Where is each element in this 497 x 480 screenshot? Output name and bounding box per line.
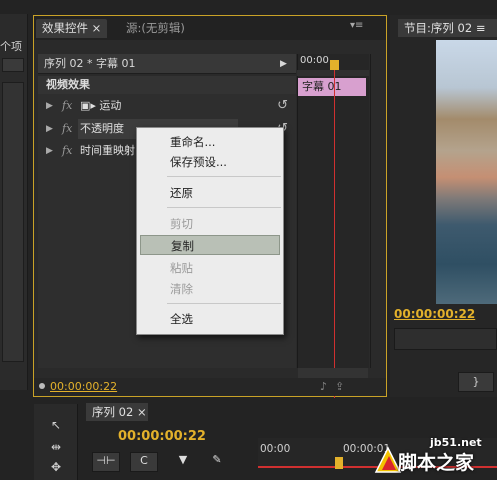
- menu-item-save-preset[interactable]: 保存预设...: [140, 152, 280, 172]
- horizontal-scrollbar[interactable]: [298, 368, 368, 378]
- effect-controls-timecode[interactable]: 00:00:00:22: [50, 380, 117, 393]
- footer-audio-export-icons[interactable]: ♪⇪: [320, 380, 352, 393]
- timeline-time-label: 00:00: [300, 55, 329, 66]
- disclosure-triangle-icon[interactable]: ▶: [46, 141, 53, 161]
- menu-separator: [167, 176, 281, 177]
- menu-item-select-all[interactable]: 全选: [140, 309, 280, 329]
- clip-bar[interactable]: 字幕 01: [298, 78, 366, 96]
- playhead-handle[interactable]: [330, 60, 339, 70]
- video-effects-section-title: 视频效果: [38, 76, 296, 94]
- tab-sequence[interactable]: 序列 02 ×: [86, 403, 148, 421]
- tab-program-monitor[interactable]: 节目:序列 02 ≡: [398, 19, 497, 37]
- project-panel-tab-label[interactable]: 个项: [0, 38, 26, 54]
- watermark-text: 脚本之家: [398, 452, 475, 474]
- menu-item-rename[interactable]: 重命名...: [140, 132, 280, 152]
- menu-separator: [167, 303, 281, 304]
- fx-icon[interactable]: fx: [62, 119, 72, 139]
- effect-name: ▣▸ 运动: [80, 96, 121, 116]
- linked-selection-icon[interactable]: C: [130, 452, 158, 472]
- menu-separator: [167, 207, 281, 208]
- effect-controls-timeline[interactable]: [297, 54, 369, 368]
- tab-effect-controls[interactable]: 效果控件 ×: [36, 19, 108, 38]
- vertical-scrollbar[interactable]: [370, 54, 384, 368]
- effect-row-motion[interactable]: ▶ fx ▣▸ 运动 ↺: [38, 96, 296, 116]
- menu-item-copy[interactable]: 复制: [140, 235, 280, 255]
- panel-menu-icon[interactable]: ▾≡: [350, 20, 370, 34]
- playhead-line: [334, 62, 335, 398]
- selection-tool-icon[interactable]: ↖: [46, 416, 66, 434]
- context-menu: 重命名... 保存预设... 还原 剪切 复制 粘贴 清除 全选: [136, 127, 284, 335]
- program-mark-out-button[interactable]: }: [458, 372, 494, 392]
- ruler-label: 00:00: [260, 443, 291, 455]
- disclosure-triangle-icon[interactable]: ▶: [46, 96, 53, 116]
- menu-item-cut[interactable]: 剪切: [140, 214, 280, 234]
- effect-name-label: 时间重映射: [80, 144, 135, 157]
- program-scrub-bar[interactable]: [394, 328, 497, 350]
- menu-item-reset[interactable]: 还原: [140, 183, 280, 203]
- ripple-edit-tool-icon[interactable]: ✥: [46, 458, 66, 476]
- effect-controls-tab-strip: 效果控件 × 源:(无剪辑): [34, 16, 386, 40]
- project-panel-list[interactable]: [2, 82, 24, 362]
- reset-icon[interactable]: ↺: [277, 96, 288, 116]
- motion-badge-icon: ▣▸: [80, 99, 96, 112]
- sequence-toolbar: ⊣⊢ C ▼ ✎: [92, 452, 242, 474]
- snap-icon[interactable]: ⊣⊢: [92, 452, 120, 472]
- project-panel-dropdown[interactable]: [2, 58, 24, 72]
- program-video-frame: [436, 40, 497, 304]
- add-marker-icon[interactable]: ▼: [170, 452, 196, 470]
- disclosure-triangle-icon[interactable]: ▶: [46, 119, 53, 139]
- sequence-timecode[interactable]: 00:00:00:22: [118, 429, 206, 444]
- menu-item-paste[interactable]: 粘贴: [140, 258, 280, 278]
- sequence-playhead-handle[interactable]: [335, 457, 343, 469]
- timeline-ruler[interactable]: [297, 70, 369, 76]
- tab-source[interactable]: 源:(无剪辑): [120, 19, 191, 38]
- effect-name-label: 不透明度: [80, 122, 124, 135]
- effect-name-label: 运动: [99, 99, 122, 112]
- program-timecode[interactable]: 00:00:00:22: [394, 307, 475, 321]
- footer-indicator-icon: [39, 383, 45, 389]
- track-select-tool-icon[interactable]: ⇹: [46, 438, 66, 456]
- fx-icon[interactable]: fx: [62, 141, 72, 161]
- tools-panel: ↖ ⇹ ✥: [34, 404, 78, 480]
- expand-timeline-arrow-icon[interactable]: ▶: [280, 54, 292, 74]
- sequence-clip-header: 序列 02 * 字幕 01: [38, 54, 296, 74]
- wrench-icon[interactable]: ✎: [204, 452, 230, 470]
- fx-icon[interactable]: fx: [62, 96, 72, 116]
- menu-item-clear[interactable]: 清除: [140, 279, 280, 299]
